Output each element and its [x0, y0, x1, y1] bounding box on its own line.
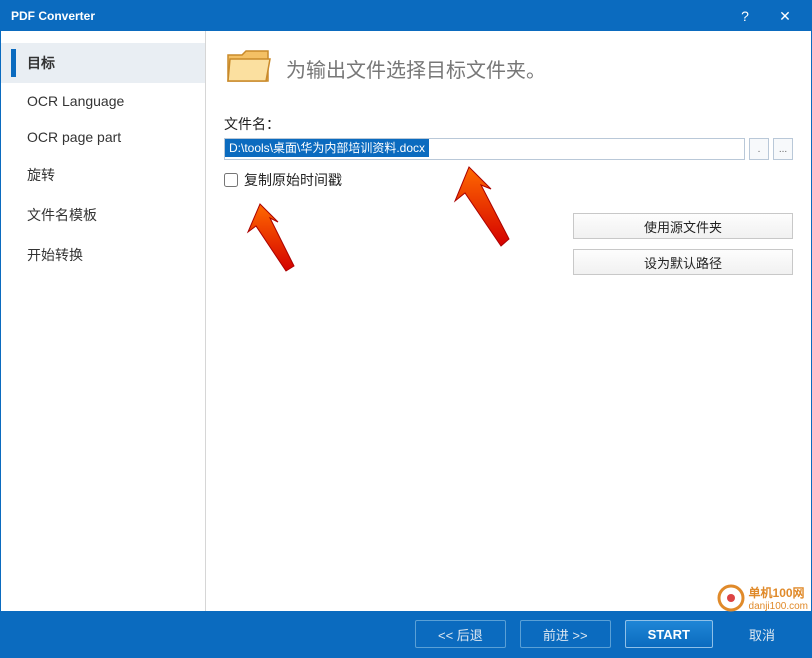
filename-row: D:\tools\桌面\华为内部培训资料.docx . ...	[224, 138, 793, 160]
copy-timestamp-checkbox[interactable]: 复制原始时间戳	[224, 170, 793, 190]
side-buttons: 使用源文件夹 设为默认路径	[573, 213, 793, 275]
copy-timestamp-input[interactable]	[224, 173, 238, 187]
annotation-arrow-icon	[236, 196, 296, 276]
browse-button[interactable]: ...	[773, 138, 793, 160]
help-icon[interactable]: ?	[725, 1, 765, 31]
watermark-line1: 单机100网	[749, 584, 808, 601]
sidebar-item-label: 文件名模板	[27, 207, 97, 223]
sidebar: 目标 OCR Language OCR page part 旋转 文件名模板 开…	[1, 31, 206, 611]
sidebar-item-ocr-language[interactable]: OCR Language	[1, 83, 205, 119]
titlebar: PDF Converter ? ✕	[1, 1, 811, 31]
sidebar-item-rotate[interactable]: 旋转	[1, 155, 205, 195]
sidebar-item-label: OCR page part	[27, 129, 121, 145]
use-source-folder-button[interactable]: 使用源文件夹	[573, 213, 793, 239]
main-panel: 为输出文件选择目标文件夹。 文件名： D:\tools\桌面\华为内部培训资料.…	[206, 31, 811, 611]
watermark: 单机100网 danji100.com	[717, 584, 808, 612]
sidebar-item-filename-template[interactable]: 文件名模板	[1, 195, 205, 235]
watermark-icon	[717, 584, 745, 612]
sidebar-item-label: 旋转	[27, 167, 55, 183]
sidebar-item-start-convert[interactable]: 开始转换	[1, 235, 205, 275]
page-header: 为输出文件选择目标文件夹。	[224, 45, 793, 92]
copy-timestamp-label: 复制原始时间戳	[244, 170, 342, 190]
watermark-line2: danji100.com	[749, 601, 808, 612]
sidebar-item-label: 开始转换	[27, 247, 83, 263]
filename-label: 文件名：	[224, 114, 793, 134]
footer: << 后退 前进 >> START 取消	[1, 611, 811, 657]
path-dot-button[interactable]: .	[749, 138, 769, 160]
window-title: PDF Converter	[11, 9, 725, 23]
forward-button[interactable]: 前进 >>	[520, 620, 611, 648]
close-icon[interactable]: ✕	[765, 1, 805, 31]
sidebar-item-label: OCR Language	[27, 93, 124, 109]
page-title: 为输出文件选择目标文件夹。	[286, 54, 546, 83]
sidebar-item-ocr-page-part[interactable]: OCR page part	[1, 119, 205, 155]
cancel-button[interactable]: 取消	[727, 620, 797, 648]
dialog-window: PDF Converter ? ✕ 目标 OCR Language OCR pa…	[0, 0, 812, 658]
start-button[interactable]: START	[625, 620, 713, 648]
dialog-body: 目标 OCR Language OCR page part 旋转 文件名模板 开…	[1, 31, 811, 611]
filename-value: D:\tools\桌面\华为内部培训资料.docx	[225, 139, 429, 157]
back-button[interactable]: << 后退	[415, 620, 506, 648]
filename-input[interactable]: D:\tools\桌面\华为内部培训资料.docx	[224, 138, 745, 160]
sidebar-item-label: 目标	[27, 55, 55, 71]
sidebar-item-target[interactable]: 目标	[1, 43, 205, 83]
folder-icon	[224, 45, 272, 92]
set-default-path-button[interactable]: 设为默认路径	[573, 249, 793, 275]
